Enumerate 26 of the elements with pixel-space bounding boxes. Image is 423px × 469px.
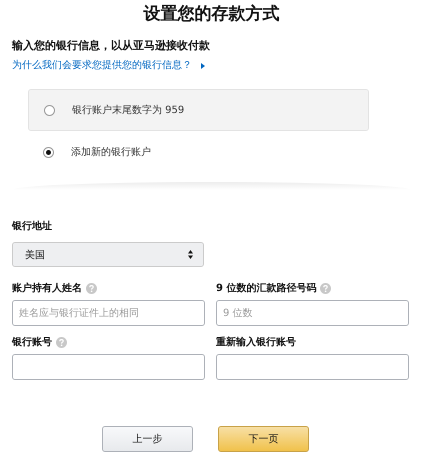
field-label: 银行账号 xyxy=(12,336,52,349)
radio-button[interactable] xyxy=(44,104,55,116)
option-label: 银行账户末尾数字为 959 xyxy=(72,104,184,117)
caret-icon xyxy=(201,63,205,69)
country-select[interactable]: 美国 xyxy=(12,242,204,267)
account-option[interactable]: 银行账户末尾数字为 959 xyxy=(28,89,369,131)
field-label: 重新输入银行账号 xyxy=(216,335,296,349)
page-title: 设置您的存款方式 xyxy=(142,3,280,25)
up-down-icon xyxy=(188,250,193,259)
next-button[interactable]: 下一页 xyxy=(218,426,309,452)
section-heading: 输入您的银行信息，以从亚马逊接收付款 xyxy=(12,38,211,53)
input-field[interactable]: 姓名应与银行证件上的相同 xyxy=(12,300,205,326)
help-icon[interactable] xyxy=(320,282,332,294)
help-link[interactable]: 为什么我们会要求您提供您的银行信息？ xyxy=(12,59,205,73)
help-icon[interactable] xyxy=(56,336,67,348)
input-field[interactable] xyxy=(12,354,205,380)
account-option[interactable]: 添加新的银行账户 xyxy=(28,132,369,172)
radio-button[interactable] xyxy=(43,146,54,158)
input-field[interactable]: 9 位数 xyxy=(216,300,409,326)
field-label: 银行地址 xyxy=(12,220,52,233)
input-field[interactable] xyxy=(216,354,409,380)
help-icon[interactable] xyxy=(86,282,97,294)
field-label: 账户持有人姓名 xyxy=(12,281,82,295)
back-button[interactable]: 上一步 xyxy=(102,426,193,452)
field-label: 9 位数的汇款路径号码 xyxy=(216,282,316,295)
option-label: 添加新的银行账户 xyxy=(71,146,151,159)
